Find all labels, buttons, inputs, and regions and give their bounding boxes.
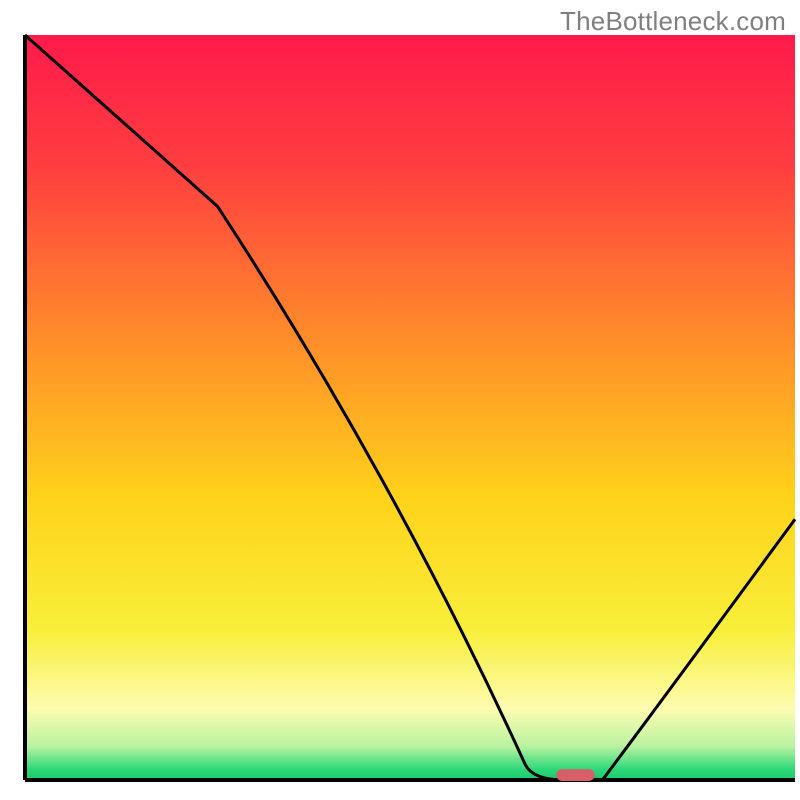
gradient-background bbox=[25, 35, 795, 780]
bottleneck-chart bbox=[0, 0, 800, 800]
watermark-text: TheBottleneck.com bbox=[560, 6, 786, 37]
optimal-marker bbox=[556, 769, 595, 781]
